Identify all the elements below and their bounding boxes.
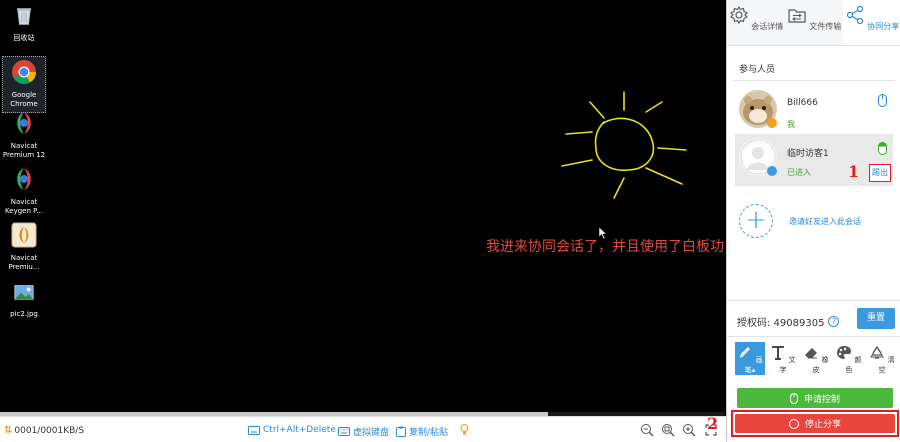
recycle-clear-icon [870,346,885,359]
keyboard-shortcut-icon [248,425,260,435]
auth-code: 授权码: 49089305 ? [737,314,840,329]
auth-code-label: 授权码: 49089305 [737,318,825,329]
virtual-keyboard-button[interactable]: 虚拟键盘 [338,425,389,438]
transfer-arrows-icon: ⇅ [4,425,13,436]
invite-label: 邀请好友进入此会话 [789,217,861,226]
participant-status: 我 [787,120,795,129]
divider [727,336,900,337]
mouse-icon [878,94,887,107]
copy-paste-label: 复制/粘贴 [409,428,449,438]
annotation-number-1: 1 [848,162,860,181]
participants-title: 参与人员 [739,65,776,75]
share-icon [846,5,863,25]
zoom-fit-icon[interactable] [661,423,675,437]
request-control-label: 申请控制 [803,394,840,405]
stop-icon [788,418,799,429]
remote-desktop-view[interactable]: 回收站 Google Chrome Navicat Premium 12 Nav… [0,0,724,412]
zoom-out-icon[interactable] [640,423,654,437]
app-window: 回收站 Google Chrome Navicat Premium 12 Nav… [0,0,900,442]
divider [733,80,895,81]
zoom-in-icon[interactable] [682,423,696,437]
copy-paste-button[interactable]: 复制/粘贴 [396,425,448,438]
lightbulb-icon[interactable] [460,424,469,436]
tab-file-transfer[interactable]: 文件传输 [785,0,843,45]
stop-share-button[interactable]: 停止分享 [735,414,895,433]
participant-guest: 临时访客1 已进入 踢出 [735,134,893,186]
pen-icon [740,347,751,358]
guest-badge-icon [767,166,777,176]
eraser-tool-button[interactable]: 橡皮 [801,342,831,375]
host-badge-icon [767,118,777,128]
tab-label: 文件传输 [809,22,842,31]
dropdown-arrow-icon[interactable]: ▴ [752,366,756,374]
palette-icon [837,346,852,359]
collaboration-panel: 会话详情 文件传输 协同分享 参与人员 Bill666 我 临时访客1 已进入 … [726,0,900,442]
text-icon [772,346,785,360]
tab-label: 会话详情 [751,22,784,31]
whiteboard-sun-drawing [561,91,687,199]
text-tool-button[interactable]: 文字 [768,342,798,375]
file-transfer-icon [788,9,806,23]
mouse-control-icon[interactable] [878,142,887,155]
keyboard-icon [338,427,350,436]
mouse-cursor-icon [598,226,608,240]
request-control-button[interactable]: 申请控制 [737,388,893,408]
ctrl-alt-delete-button[interactable]: Ctrl+Alt+Delete [248,425,336,435]
help-icon[interactable]: ? [828,316,840,327]
mouse-icon [789,392,798,404]
ctrl-alt-delete-label: Ctrl+Alt+Delete [263,425,336,435]
reset-auth-button[interactable]: 重置 [857,308,895,329]
pen-tool-button[interactable]: 画笔▴ [735,342,765,375]
participant-name: Bill666 [787,98,818,108]
traffic-indicator: ⇅ 0001/0001KB/S [4,425,84,436]
participant-self: Bill666 我 [735,86,893,138]
status-bar: ⇅ 0001/0001KB/S Ctrl+Alt+Delete 虚拟键盘 复制/… [0,416,726,442]
clipboard-icon [396,426,406,437]
kick-out-button[interactable]: 踢出 [869,164,891,182]
divider [727,300,900,301]
clear-tool-button[interactable]: 清空 [867,342,897,375]
tab-session-details[interactable]: 会话详情 [727,0,785,45]
whiteboard-toolbar: 画笔▴ 文字 橡皮 颜色 清空 [735,342,897,376]
plus-icon: + [739,204,773,238]
tab-label: 协同分享 [867,22,900,31]
traffic-rate: 0001/0001KB/S [14,425,85,436]
annotation-number-2: 2 [707,414,719,433]
color-tool-button[interactable]: 颜色 [834,342,864,375]
eraser-icon [805,348,818,359]
tab-collab-share[interactable]: 协同分享 [843,0,900,45]
invite-friend-button[interactable]: + 邀请好友进入此会话 [739,204,889,240]
participant-name: 临时访客1 [787,149,829,159]
participant-status: 已进入 [787,168,811,177]
virtual-keyboard-label: 虚拟键盘 [353,428,390,438]
stop-share-label: 停止分享 [804,420,841,430]
gear-icon [729,5,748,25]
panel-tabs: 会话详情 文件传输 协同分享 [727,0,900,46]
